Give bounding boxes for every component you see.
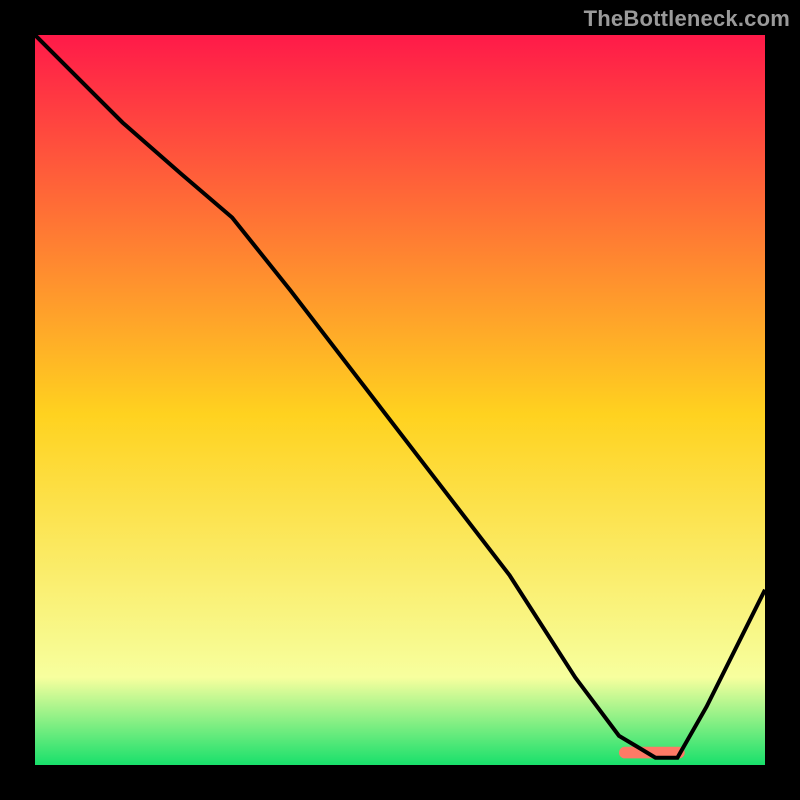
- chart-svg: [35, 35, 765, 765]
- plot-area: [32, 32, 768, 768]
- chart-root: { "watermark": "TheBottleneck.com", "col…: [0, 0, 800, 800]
- watermark-text: TheBottleneck.com: [584, 6, 790, 32]
- gradient-background: [35, 35, 765, 765]
